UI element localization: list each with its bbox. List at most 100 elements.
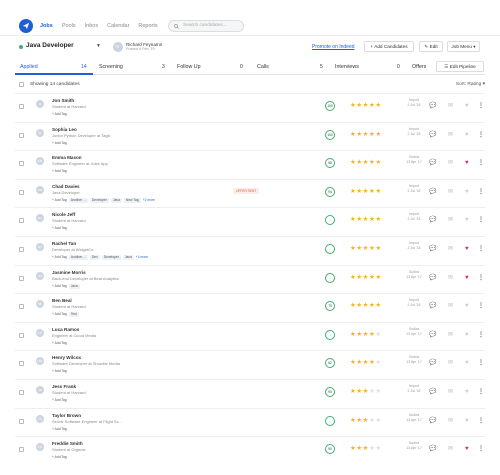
- more-options-icon[interactable]: ⋮: [478, 360, 484, 366]
- nav-link-pools[interactable]: Pools: [62, 23, 76, 29]
- table-row[interactable]: RT Rachel Tan Developer at WidgetCo + Ad…: [15, 236, 485, 265]
- tag-chip[interactable]: Dev: [89, 255, 100, 260]
- tab-calls[interactable]: Calls 5: [257, 59, 337, 75]
- tag-chip[interactable]: Developer: [101, 255, 121, 260]
- chat-icon[interactable]: 💬: [429, 103, 436, 109]
- table-row[interactable]: CD Chad Davies Java Developer + Add Tag A…: [15, 178, 485, 208]
- tag-chip[interactable]: Another ...: [68, 255, 88, 260]
- edit-button[interactable]: ✎ Edit: [419, 41, 443, 52]
- edit-pipeline-button[interactable]: ☰ Edit Pipeline: [436, 61, 484, 72]
- star-icon[interactable]: ★: [375, 388, 381, 395]
- more-tags-link[interactable]: +2 more: [143, 198, 155, 203]
- email-icon[interactable]: ✉: [448, 332, 453, 338]
- email-icon[interactable]: ✉: [448, 275, 453, 281]
- heart-icon[interactable]: ♥: [465, 332, 469, 338]
- star-icon[interactable]: ★: [375, 274, 381, 281]
- candidate-name[interactable]: Jon Smith: [52, 98, 74, 103]
- job-selector[interactable]: Java Developer ▼: [19, 41, 101, 52]
- more-options-icon[interactable]: ⋮: [478, 418, 484, 424]
- heart-icon[interactable]: ♥: [465, 246, 469, 252]
- candidate-name[interactable]: Ben Beal: [52, 298, 72, 303]
- email-icon[interactable]: ✉: [448, 189, 453, 195]
- tag-chip[interactable]: Java: [122, 255, 134, 260]
- add-tag-button[interactable]: + Add Tag: [52, 141, 67, 145]
- tag-chip[interactable]: New Tag: [123, 197, 141, 203]
- heart-icon[interactable]: ♥: [465, 418, 469, 424]
- candidate-name[interactable]: Rachel Tan: [52, 241, 76, 246]
- more-options-icon[interactable]: ⋮: [478, 275, 484, 281]
- tag-chip[interactable]: Test: [68, 312, 79, 318]
- email-icon[interactable]: ✉: [448, 360, 453, 366]
- star-icon[interactable]: ★: [375, 188, 381, 195]
- add-tag-button[interactable]: + Add Tag: [52, 255, 67, 260]
- table-row[interactable]: BB Ben Beal Student at Harvard + Add Tag…: [15, 293, 485, 322]
- chat-icon[interactable]: 💬: [429, 246, 436, 252]
- chat-icon[interactable]: 💬: [429, 418, 436, 424]
- row-checkbox[interactable]: [19, 247, 24, 252]
- more-tags-link[interactable]: +4 more: [136, 255, 148, 260]
- star-icon[interactable]: ★: [375, 216, 381, 223]
- rating-stars[interactable]: ★★★★★: [350, 302, 382, 310]
- rating-stars[interactable]: ★★★★★: [350, 159, 382, 167]
- add-tag-button[interactable]: + Add Tag: [52, 226, 67, 230]
- row-checkbox[interactable]: [19, 189, 24, 195]
- candidate-name[interactable]: Freddie Smith: [52, 441, 83, 446]
- chat-icon[interactable]: 💬: [429, 217, 436, 223]
- candidate-name[interactable]: Jasmine Morris: [52, 270, 86, 275]
- select-all-checkbox[interactable]: [19, 82, 24, 87]
- add-tag-button[interactable]: + Add Tag: [52, 312, 67, 317]
- rating-stars[interactable]: ★★★★★: [350, 102, 382, 110]
- nav-link-reports[interactable]: Reports: [138, 23, 157, 29]
- candidate-name[interactable]: Chad Davies: [52, 184, 80, 189]
- email-icon[interactable]: ✉: [448, 446, 453, 452]
- promote-link[interactable]: Promote on Indeed: [312, 44, 355, 50]
- email-icon[interactable]: ✉: [448, 418, 453, 424]
- candidate-name[interactable]: Nicole Jeff: [52, 212, 75, 217]
- table-row[interactable]: SL Sophia Leo Junior Python Developer at…: [15, 121, 485, 151]
- job-menu-button[interactable]: Job Menu ▾: [447, 41, 480, 52]
- row-checkbox[interactable]: [19, 332, 24, 338]
- more-options-icon[interactable]: ⋮: [478, 303, 484, 309]
- row-checkbox[interactable]: [19, 132, 24, 138]
- star-icon[interactable]: ★: [375, 245, 381, 252]
- table-row[interactable]: HW Henry Wilcox Software Developer at Sh…: [15, 350, 485, 379]
- add-tag-button[interactable]: + Add Tag: [52, 455, 67, 459]
- heart-icon[interactable]: ♥: [465, 303, 469, 309]
- tag-chip[interactable]: Java: [110, 197, 122, 203]
- search-input[interactable]: Search candidates...: [168, 20, 244, 32]
- nav-link-inbox[interactable]: Inbox: [85, 23, 98, 29]
- chat-icon[interactable]: 💬: [429, 275, 436, 281]
- email-icon[interactable]: ✉: [448, 303, 453, 309]
- candidate-name[interactable]: Jess Frank: [52, 384, 76, 389]
- table-row[interactable]: JS Jon Smith Student at Harvard + Add Ta…: [15, 93, 485, 122]
- rating-stars[interactable]: ★★★★★: [350, 331, 382, 339]
- row-checkbox[interactable]: [19, 447, 24, 453]
- tab-follow-up[interactable]: Follow Up 0: [175, 59, 257, 75]
- more-options-icon[interactable]: ⋮: [478, 389, 484, 395]
- logo-icon[interactable]: [19, 19, 33, 33]
- tag-chip[interactable]: Another ...: [68, 197, 88, 203]
- heart-icon[interactable]: ♥: [465, 132, 469, 138]
- heart-icon[interactable]: ♥: [465, 217, 469, 223]
- table-row[interactable]: TB Taylor Brown Senior Software Engineer…: [15, 407, 485, 437]
- chat-icon[interactable]: 💬: [429, 160, 436, 166]
- table-row[interactable]: LR Luca Ramos Engineer at Cloud Media + …: [15, 321, 485, 351]
- rating-stars[interactable]: ★★★★★: [350, 188, 382, 196]
- nav-link-calendar[interactable]: Calendar: [107, 23, 129, 29]
- more-options-icon[interactable]: ⋮: [478, 246, 484, 252]
- tab-applied[interactable]: Applied 14: [15, 59, 93, 75]
- email-icon[interactable]: ✉: [448, 103, 453, 109]
- heart-icon[interactable]: ♥: [465, 360, 469, 366]
- more-options-icon[interactable]: ⋮: [478, 160, 484, 166]
- rating-stars[interactable]: ★★★★★: [350, 216, 382, 224]
- email-icon[interactable]: ✉: [448, 246, 453, 252]
- row-checkbox[interactable]: [19, 304, 24, 310]
- heart-icon[interactable]: ♥: [465, 446, 469, 452]
- rating-stars[interactable]: ★★★★★: [350, 131, 382, 139]
- rating-stars[interactable]: ★★★★★: [350, 445, 382, 453]
- row-checkbox[interactable]: [19, 361, 24, 367]
- chat-icon[interactable]: 💬: [429, 360, 436, 366]
- heart-icon[interactable]: ♥: [465, 160, 469, 166]
- table-row[interactable]: NJ Nicole Jeff Student at Harvard + Add …: [15, 207, 485, 236]
- sort-dropdown[interactable]: Sort: Rating ▾: [456, 82, 485, 87]
